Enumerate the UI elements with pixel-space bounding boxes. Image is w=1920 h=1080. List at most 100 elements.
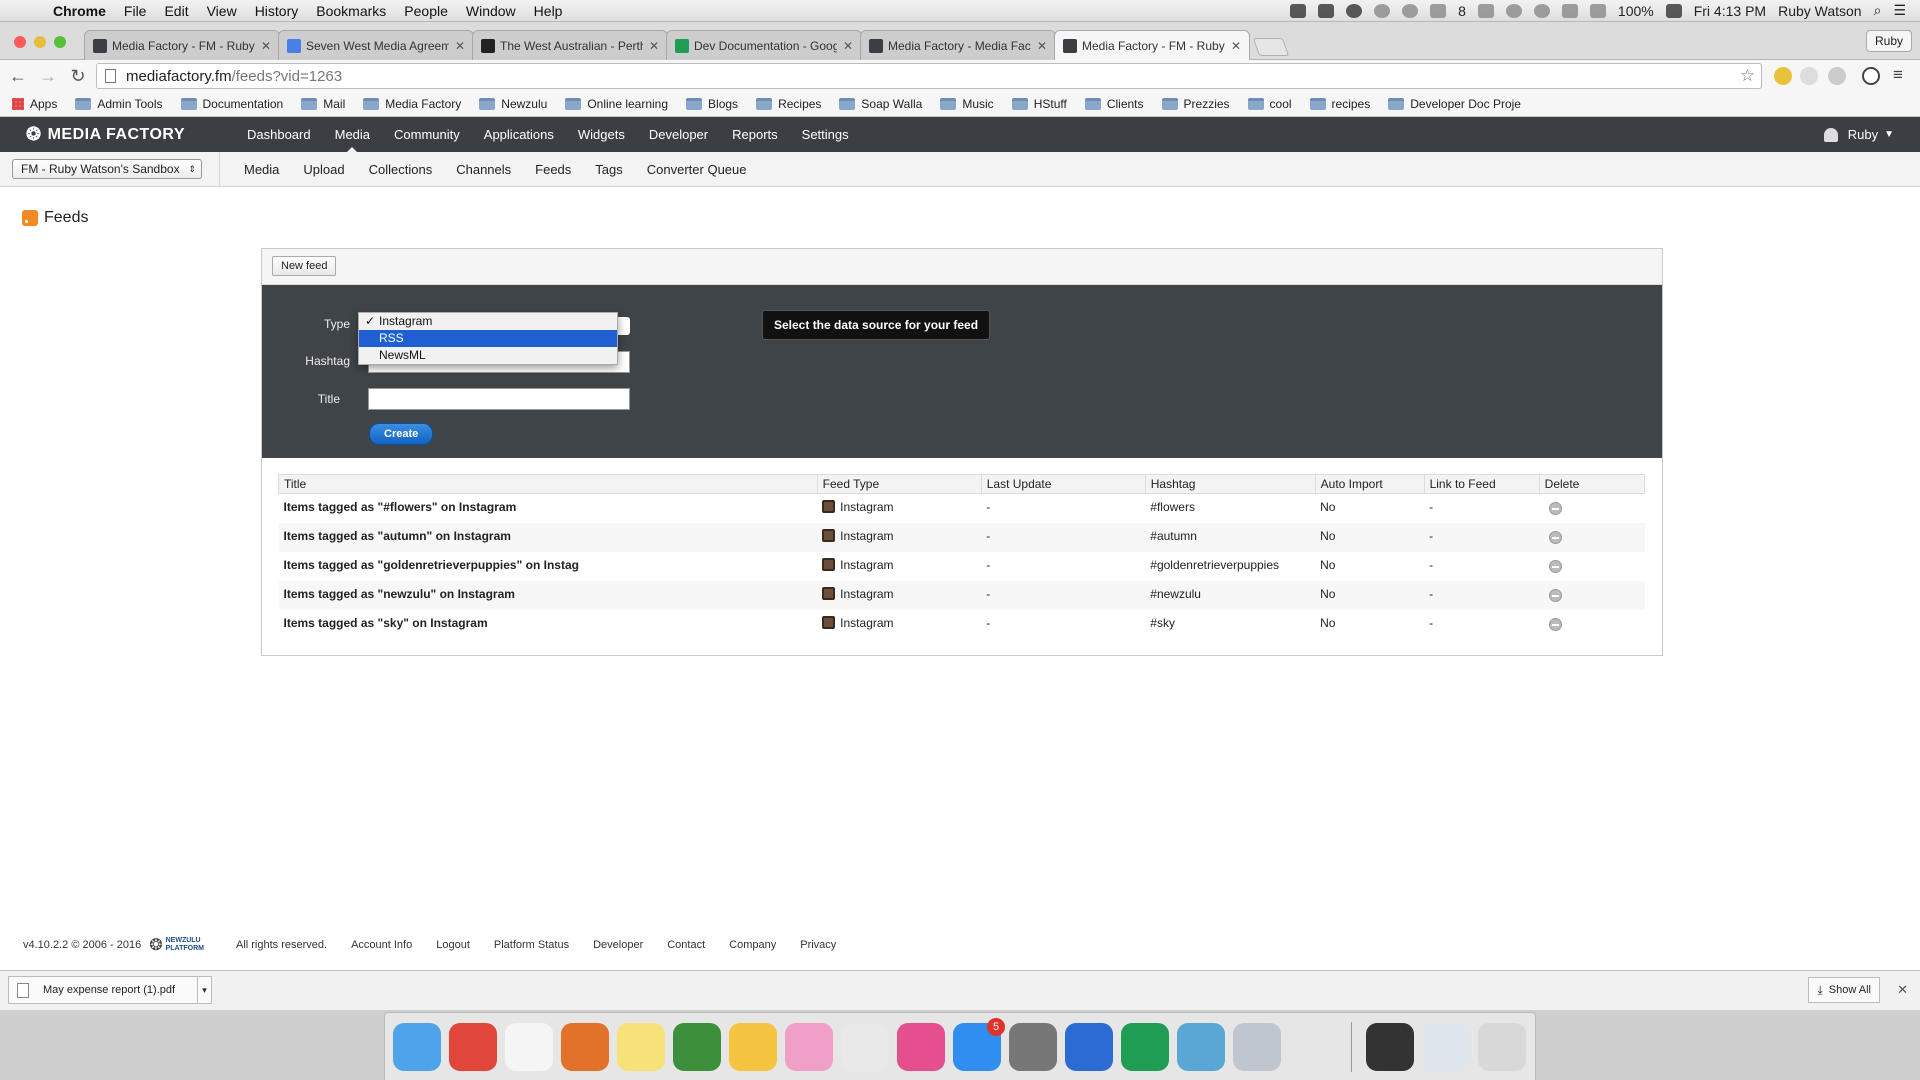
app-store-icon[interactable]: 5 — [953, 1017, 1005, 1071]
bookmark-folder[interactable]: recipes — [1309, 97, 1370, 111]
creative-cloud-icon[interactable] — [1402, 3, 1419, 18]
column-header[interactable]: Last Update — [980, 474, 1146, 494]
itunes-icon[interactable] — [897, 1022, 945, 1071]
type-option-instagram[interactable]: ✓ Instagram — [359, 313, 617, 330]
bookmark-folder[interactable]: Media Factory — [363, 97, 461, 111]
bookmark-folder[interactable]: Mail — [301, 97, 345, 111]
chevron-down-icon[interactable]: ▾ — [197, 977, 211, 1003]
column-header[interactable]: Title — [278, 474, 818, 494]
bookmark-apps[interactable]: Apps — [12, 97, 57, 111]
network-globe-icon[interactable] — [1177, 1022, 1225, 1071]
spotlight-icon[interactable]: ⌕ — [1874, 2, 1882, 19]
subnav-media[interactable]: Media — [232, 162, 291, 177]
type-option-rss[interactable]: RSS — [359, 330, 617, 347]
nav-developer[interactable]: Developer — [637, 117, 720, 152]
footer-link-company[interactable]: Company — [729, 939, 776, 951]
media-factory-logo[interactable]: ❂ MEDIA FACTORY — [26, 124, 235, 145]
delete-icon[interactable] — [1549, 588, 1563, 602]
extension-icon[interactable] — [1828, 67, 1846, 85]
profile-button[interactable]: Ruby — [1865, 30, 1912, 52]
menu-edit[interactable]: Edit — [155, 3, 197, 19]
footer-link-contact[interactable]: Contact — [667, 939, 705, 951]
delete-icon[interactable] — [1549, 530, 1563, 544]
nav-media[interactable]: Media — [323, 117, 382, 152]
close-tab-icon[interactable]: ✕ — [1037, 39, 1047, 53]
close-window-button[interactable] — [14, 36, 26, 48]
menu-window[interactable]: Window — [457, 3, 525, 19]
trash-icon[interactable] — [1478, 1022, 1526, 1071]
subnav-collections[interactable]: Collections — [357, 162, 445, 177]
system-preferences-icon[interactable] — [1009, 1022, 1057, 1071]
bookmark-folder[interactable]: Blogs — [686, 97, 738, 111]
feed-title[interactable]: Items tagged as "sky" on Instagram — [279, 610, 818, 639]
footer-link-developer[interactable]: Developer — [593, 939, 643, 951]
bookmark-folder[interactable]: Online learning — [565, 97, 668, 111]
browser-tab[interactable]: Media Factory - FM - Ruby ✕ — [1054, 30, 1250, 60]
menu-view[interactable]: View — [198, 3, 246, 19]
subnav-converter-queue[interactable]: Converter Queue — [635, 162, 759, 177]
menu-history[interactable]: History — [246, 3, 308, 19]
volume-icon[interactable] — [1561, 3, 1578, 18]
show-all-downloads-button[interactable]: ⤓ Show All — [1808, 977, 1880, 1003]
printer-icon[interactable] — [1289, 1022, 1337, 1071]
nav-dashboard[interactable]: Dashboard — [235, 117, 323, 152]
delete-icon[interactable] — [1549, 559, 1563, 573]
create-button[interactable]: Create — [369, 423, 434, 445]
delete-icon[interactable] — [1549, 617, 1563, 631]
firefox-icon[interactable] — [561, 1022, 609, 1071]
bookmark-folder[interactable]: cool — [1247, 97, 1292, 111]
time-machine-icon[interactable] — [1505, 3, 1522, 18]
feed-title[interactable]: Items tagged as "goldenretrieverpuppies"… — [279, 552, 818, 581]
address-bar[interactable]: mediafactory.fm/feeds?vid=1263 ☆ — [96, 63, 1762, 89]
extension-icon[interactable] — [1774, 67, 1792, 85]
utility-icon[interactable] — [1233, 1022, 1281, 1071]
notes-icon[interactable] — [617, 1022, 665, 1071]
user-menu[interactable]: Ruby ▼ — [1823, 127, 1894, 142]
subnav-tags[interactable]: Tags — [583, 162, 634, 177]
menu-app-name[interactable]: Chrome — [44, 3, 115, 19]
column-header[interactable]: Link to Feed — [1423, 474, 1540, 494]
title-input[interactable] — [368, 388, 630, 410]
browser-tab[interactable]: Media Factory - Media Fact ✕ — [860, 30, 1056, 60]
subnav-feeds[interactable]: Feeds — [523, 162, 583, 177]
subnav-channels[interactable]: Channels — [444, 162, 523, 177]
chat-status-icon[interactable] — [1318, 3, 1335, 18]
browser-tab[interactable]: The West Australian - Perth ✕ — [472, 30, 668, 60]
menu-file[interactable]: File — [115, 3, 156, 19]
downloads-stack-icon[interactable] — [1366, 1022, 1414, 1071]
close-shelf-icon[interactable]: ✕ — [1897, 982, 1908, 998]
footer-link-account-info[interactable]: Account Info — [351, 939, 412, 951]
footer-link-privacy[interactable]: Privacy — [800, 939, 836, 951]
minimize-window-button[interactable] — [34, 36, 46, 48]
download-item[interactable]: May expense report (1).pdf ▾ — [8, 976, 212, 1004]
calendar-icon[interactable] — [505, 1022, 553, 1071]
footer-link-logout[interactable]: Logout — [436, 939, 470, 951]
bookmark-folder[interactable]: Soap Walla — [839, 97, 922, 111]
chrome-menu-icon[interactable]: ≡ — [1893, 65, 1903, 85]
bookmark-folder[interactable]: Newzulu — [479, 97, 547, 111]
column-header[interactable]: Feed Type — [816, 474, 982, 494]
type-option-newsml[interactable]: NewsML — [359, 347, 617, 364]
airplay-icon[interactable] — [1477, 3, 1494, 18]
new-feed-button[interactable]: New feed — [272, 256, 337, 276]
bookmark-folder[interactable]: HStuff — [1011, 97, 1067, 111]
menu-help[interactable]: Help — [525, 3, 572, 19]
finder-icon[interactable] — [393, 1022, 441, 1071]
battery-icon[interactable] — [1665, 3, 1682, 18]
footer-link-platform-status[interactable]: Platform Status — [494, 939, 569, 951]
documents-stack-icon[interactable] — [1422, 1022, 1470, 1071]
bookmark-folder[interactable]: Prezzies — [1161, 97, 1230, 111]
bookmark-folder[interactable]: Clients — [1084, 97, 1144, 111]
new-tab-button[interactable] — [1252, 38, 1290, 56]
close-tab-icon[interactable]: ✕ — [843, 39, 853, 53]
drive-status-icon[interactable] — [1290, 3, 1307, 18]
bookmark-folder[interactable]: Recipes — [756, 97, 821, 111]
close-tab-icon[interactable]: ✕ — [1231, 39, 1241, 53]
feed-title[interactable]: Items tagged as "#flowers" on Instagram — [279, 494, 818, 523]
photos-icon[interactable] — [785, 1022, 833, 1071]
notification-count[interactable]: 8 — [1458, 3, 1466, 19]
close-tab-icon[interactable]: ✕ — [261, 39, 271, 53]
forward-button[interactable]: → — [36, 66, 60, 87]
type-dropdown-menu[interactable]: ✓ Instagram RSS NewsML — [358, 312, 618, 365]
bookmark-folder[interactable]: Admin Tools — [75, 97, 163, 111]
